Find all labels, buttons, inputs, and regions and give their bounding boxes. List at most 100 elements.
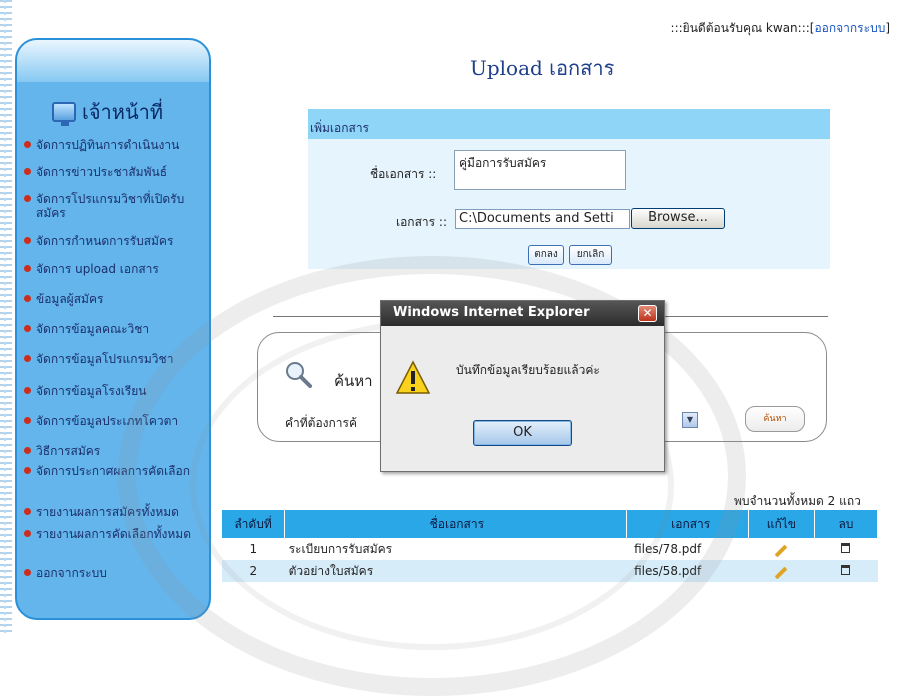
sidebar-item-label: จัดการกำหนดการรับสมัคร [36, 234, 174, 248]
bullet-icon [24, 265, 31, 272]
sidebar-item-schools[interactable]: จัดการข้อมูลโรงเรียน [24, 384, 212, 398]
sidebar-header: เจ้าหน้าที่ [52, 96, 163, 128]
trash-icon [841, 565, 851, 575]
row-no: 1 [222, 538, 285, 560]
warning-icon [395, 360, 431, 394]
delete-button[interactable] [814, 560, 878, 582]
upload-form-title: เพิ่มเอกสาร [310, 121, 370, 135]
sidebar-item-label: ข้อมูลผู้สมัคร [36, 292, 104, 306]
table-header-row: ลำดับที่ ชื่อเอกสาร เอกสาร แก้ไข ลบ [222, 510, 879, 538]
submit-button[interactable]: ตกลง [528, 245, 564, 265]
cancel-button[interactable]: ยกเลิก [569, 245, 612, 265]
sidebar-item-label: วิธีการสมัคร [36, 444, 101, 458]
sidebar-item-report-apply[interactable]: รายงานผลการสมัครทั้งหมด [24, 505, 212, 519]
row-doc-name: ระเบียบการรับสมัคร [284, 538, 627, 560]
bullet-icon [24, 447, 31, 454]
col-header-file: เอกสาร [626, 510, 749, 538]
row-no: 2 [222, 560, 285, 582]
select-dropdown-arrow-icon[interactable]: ▼ [682, 412, 698, 428]
sidebar-item-label: จัดการข้อมูลประเภทโควตา [36, 414, 179, 428]
doc-name-label: ชื่อเอกสาร :: [370, 167, 437, 181]
divider-left [273, 316, 385, 317]
welcome-bar: :::ยินดีต้อนรับคุณ kwan:::[ออกจากระบบ] [671, 19, 890, 38]
sidebar-item-label: จัดการข้อมูลคณะวิชา [36, 322, 150, 336]
welcome-suffix: ] [885, 21, 890, 35]
dialog-titlebar: Windows Internet Explorer ✕ [381, 301, 664, 326]
sidebar-item-program-data[interactable]: จัดการข้อมูลโปรแกรมวิชา [24, 352, 212, 366]
trash-icon [841, 543, 851, 553]
sidebar-item-schedule[interactable]: จัดการกำหนดการรับสมัคร [24, 234, 212, 248]
col-header-delete: ลบ [814, 510, 879, 538]
bullet-icon [24, 295, 31, 302]
bullet-icon [24, 417, 31, 424]
welcome-text: :::ยินดีต้อนรับคุณ kwan:::[ [670, 21, 815, 35]
sidebar-item-label: ออกจากระบบ [36, 566, 107, 580]
dialog-title: Windows Internet Explorer [393, 305, 590, 320]
doc-name-textarea[interactable]: คู่มือการรับสมัคร [454, 150, 626, 190]
row-file-link[interactable]: files/58.pdf [626, 560, 749, 582]
bullet-icon [24, 168, 31, 175]
sidebar-item-logout[interactable]: ออกจากระบบ [24, 566, 212, 580]
upload-form-header: เพิ่มเอกสาร [308, 109, 830, 139]
bullet-icon [24, 387, 31, 394]
sidebar-item-calendar[interactable]: จัดการปฏิทินการดำเนินงาน [24, 138, 212, 152]
sidebar-item-how-to-apply[interactable]: วิธีการสมัคร [24, 444, 212, 458]
sidebar-item-upload[interactable]: จัดการ upload เอกสาร [24, 262, 212, 276]
col-header-edit: แก้ไข [748, 510, 815, 538]
magnifier-icon [286, 362, 312, 388]
sidebar-item-label: จัดการข่าวประชาสัมพันธ์ [36, 165, 168, 179]
dialog-close-button[interactable]: ✕ [638, 305, 657, 322]
sidebar-item-label: รายงานผลการคัดเลือกทั้งหมด [36, 527, 191, 541]
edit-button[interactable] [748, 560, 815, 582]
bullet-icon [24, 141, 31, 148]
search-button[interactable]: ค้นหา [745, 406, 805, 432]
page-edge-decoration [0, 0, 12, 636]
bullet-icon [24, 569, 31, 576]
sidebar-item-announce[interactable]: จัดการประกาศผลการคัดเลือก [24, 464, 204, 478]
bullet-icon [24, 237, 31, 244]
bullet-icon [24, 530, 31, 537]
pencil-icon [774, 544, 788, 558]
sidebar-item-label: จัดการข้อมูลโปรแกรมวิชา [36, 352, 174, 366]
sidebar-item-label: รายงานผลการสมัครทั้งหมด [36, 505, 179, 519]
col-header-name: ชื่อเอกสาร [284, 510, 627, 538]
page-title: Upload เอกสาร [470, 56, 615, 80]
delete-button[interactable] [814, 538, 878, 560]
bullet-icon [24, 355, 31, 362]
divider-right [664, 316, 828, 317]
staff-monitor-icon [52, 102, 76, 126]
dialog-ok-button[interactable]: OK [473, 420, 572, 446]
bullet-icon [24, 508, 31, 515]
logout-link[interactable]: ออกจากระบบ [814, 21, 885, 35]
result-count: พบจำนวนทั้งหมด 2 แถว [734, 494, 861, 508]
sidebar-item-faculty[interactable]: จัดการข้อมูลคณะวิชา [24, 322, 212, 336]
sidebar-header-band [17, 40, 209, 82]
dialog-message: บันทึกข้อมูลเรียบร้อยแล้วค่ะ [456, 363, 600, 377]
sidebar-item-label: จัดการ upload เอกสาร [36, 262, 159, 276]
search-field-label: คำที่ต้องการค้ [285, 416, 358, 430]
edit-button[interactable] [748, 538, 815, 560]
doc-file-label: เอกสาร :: [396, 215, 447, 229]
documents-table: ลำดับที่ ชื่อเอกสาร เอกสาร แก้ไข ลบ 1 ระ… [222, 510, 879, 582]
sidebar-item-label: จัดการปฏิทินการดำเนินงาน [36, 138, 180, 152]
browse-button[interactable]: Browse... [631, 208, 725, 229]
sidebar-item-quota[interactable]: จัดการข้อมูลประเภทโควตา [24, 414, 212, 428]
table-row: 1 ระเบียบการรับสมัคร files/78.pdf [222, 538, 878, 560]
pencil-icon [774, 566, 788, 580]
file-path-input[interactable]: C:\Documents and Setti [455, 209, 630, 229]
sidebar-item-report-select[interactable]: รายงานผลการคัดเลือกทั้งหมด [24, 527, 204, 541]
bullet-icon [24, 467, 31, 474]
row-doc-name: ตัวอย่างใบสมัคร [284, 560, 627, 582]
sidebar-item-label: จัดการข้อมูลโรงเรียน [36, 384, 147, 398]
search-title: ค้นหา [334, 372, 373, 390]
sidebar-item-applicants[interactable]: ข้อมูลผู้สมัคร [24, 292, 212, 306]
row-file-link[interactable]: files/78.pdf [626, 538, 749, 560]
sidebar-item-label: จัดการโปรแกรมวิชาที่เปิดรับสมัคร [36, 192, 185, 220]
sidebar-item-programs[interactable]: จัดการโปรแกรมวิชาที่เปิดรับสมัคร [24, 192, 208, 220]
sidebar-title: เจ้าหน้าที่ [82, 100, 164, 124]
bullet-icon [24, 195, 31, 202]
sidebar-item-news[interactable]: จัดการข่าวประชาสัมพันธ์ [24, 165, 212, 179]
table-row: 2 ตัวอย่างใบสมัคร files/58.pdf [222, 560, 878, 582]
col-header-no: ลำดับที่ [222, 510, 286, 538]
sidebar-item-label: จัดการประกาศผลการคัดเลือก [36, 464, 190, 478]
